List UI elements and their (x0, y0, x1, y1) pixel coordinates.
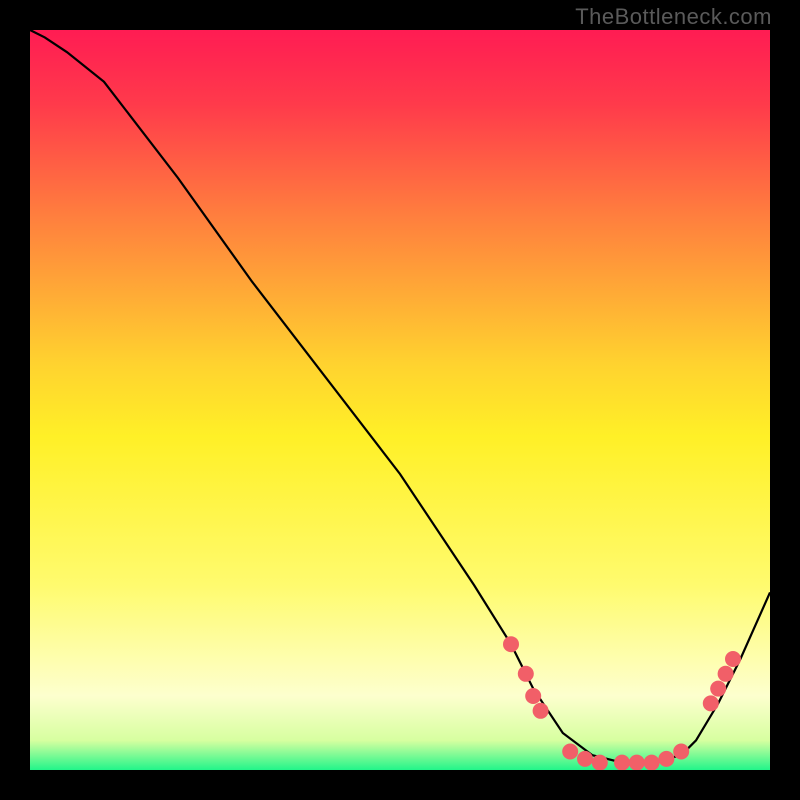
highlight-dot (503, 636, 519, 652)
highlight-dot (629, 755, 645, 770)
highlight-dot (577, 751, 593, 767)
highlight-dot (533, 703, 549, 719)
gradient-rect (30, 30, 770, 770)
highlight-dot (718, 666, 734, 682)
highlight-dot (710, 681, 726, 697)
highlight-dot (644, 755, 660, 770)
highlight-dot (592, 755, 608, 770)
highlight-dot (562, 744, 578, 760)
highlight-dot (525, 688, 541, 704)
highlight-dot (614, 755, 630, 770)
highlight-dot (725, 651, 741, 667)
highlight-dot (658, 751, 674, 767)
chart-svg (30, 30, 770, 770)
highlight-dot (518, 666, 534, 682)
chart-container: TheBottleneck.com (0, 0, 800, 800)
plot-area (30, 30, 770, 770)
highlight-dot (703, 695, 719, 711)
watermark-text: TheBottleneck.com (575, 4, 772, 30)
highlight-dot (673, 744, 689, 760)
